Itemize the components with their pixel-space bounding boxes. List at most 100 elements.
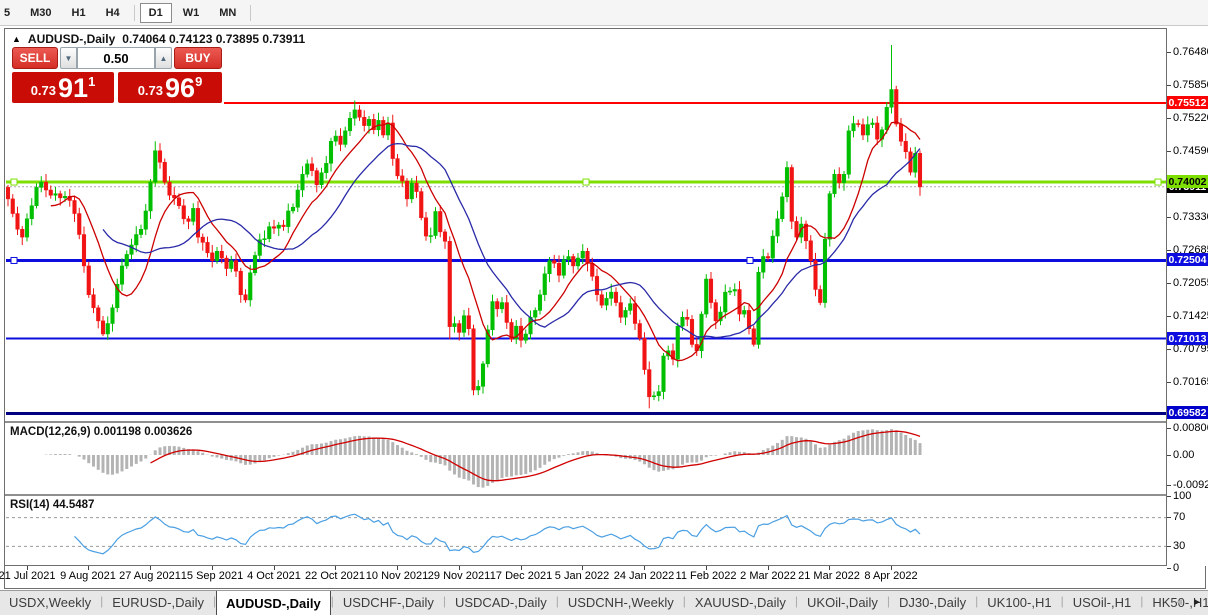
candle-body xyxy=(149,182,153,211)
timeframe-button-d1[interactable]: D1 xyxy=(140,3,172,23)
timeframe-toolbar: 5M30H1H4 D1W1MN xyxy=(0,0,1208,26)
candle-body xyxy=(134,235,138,245)
tab-scroll-right-icon[interactable]: ► xyxy=(1192,597,1202,608)
candle-body xyxy=(505,303,509,323)
candle-body xyxy=(685,317,689,319)
price-tick-mark xyxy=(1167,349,1171,350)
candle-body xyxy=(49,190,53,195)
candle-body xyxy=(391,123,395,159)
candle-body xyxy=(73,200,77,213)
sell-price-quote[interactable]: 0.73911 xyxy=(12,72,114,103)
candle-body xyxy=(643,338,647,369)
date-label[interactable]: 27 Aug 2021 xyxy=(119,570,181,582)
tab-usdchf-daily[interactable]: USDCHF-,Daily xyxy=(334,591,443,615)
candle-body xyxy=(761,256,765,272)
candle-body xyxy=(30,206,34,219)
tab-usoil-h1[interactable]: USOil-,H1 xyxy=(1064,591,1141,615)
buy-button[interactable]: BUY xyxy=(174,47,222,69)
candle-body xyxy=(890,89,894,107)
candle-body xyxy=(552,261,556,264)
timeframe-button-mn[interactable]: MN xyxy=(210,3,245,23)
timeframe-button-h1[interactable]: H1 xyxy=(63,3,95,23)
candle-body xyxy=(785,167,789,196)
date-label[interactable]: 24 Jan 2022 xyxy=(614,570,675,582)
hline-handle[interactable] xyxy=(747,257,753,263)
candle-body xyxy=(310,164,314,171)
candle-body xyxy=(177,198,181,206)
candle-body xyxy=(20,229,24,237)
candle-body xyxy=(191,208,195,221)
date-label[interactable]: 5 Jan 2022 xyxy=(555,570,609,582)
candle-body xyxy=(548,261,552,274)
rsi-tick-mark xyxy=(1167,496,1171,497)
tab-usdcad-daily[interactable]: USDCAD-,Daily xyxy=(446,591,556,615)
timeframe-button-w1[interactable]: W1 xyxy=(174,3,209,23)
rsi-indicator-label: RSI(14) 44.5487 xyxy=(10,499,94,511)
candle-body xyxy=(823,239,827,302)
date-label[interactable]: 8 Apr 2022 xyxy=(864,570,917,582)
tab-ukoil-daily[interactable]: UKOil-,Daily xyxy=(798,591,887,615)
candle-body xyxy=(239,271,243,295)
date-label[interactable]: 2 Mar 2022 xyxy=(740,570,796,582)
date-label[interactable]: 9 Aug 2021 xyxy=(60,570,116,582)
price-tag-0.72504: 0.72504 xyxy=(1167,253,1208,266)
candle-body xyxy=(11,199,15,214)
date-label[interactable]: 21 Mar 2022 xyxy=(798,570,860,582)
price-tick-mark xyxy=(1167,250,1171,251)
timeframe-button-m30[interactable]: M30 xyxy=(21,3,60,23)
sell-button[interactable]: SELL xyxy=(12,47,58,69)
candle-body xyxy=(524,334,528,340)
candle-body xyxy=(410,183,414,199)
hline-handle[interactable] xyxy=(11,257,17,263)
chart-tab-bar: USDX,Weekly|EURUSD-,Daily|AUDUSD-,Daily|… xyxy=(0,590,1208,615)
candle-body xyxy=(339,136,343,144)
date-label[interactable]: 10 Nov 2021 xyxy=(366,570,428,582)
one-click-panel-toggle-icon[interactable]: ▲ xyxy=(12,34,21,44)
candle-body xyxy=(842,174,846,182)
candle-body xyxy=(248,273,252,300)
tab-eurusd-daily[interactable]: EURUSD-,Daily xyxy=(103,591,213,615)
candle-body xyxy=(362,117,366,125)
date-label[interactable]: 17 Dec 2021 xyxy=(490,570,552,582)
lot-size-input[interactable] xyxy=(77,47,155,69)
candle-body xyxy=(728,291,732,292)
candle-body xyxy=(657,392,661,396)
tab-uk100-h1[interactable]: UK100-,H1 xyxy=(978,591,1060,615)
buy-price-quote[interactable]: 0.73969 xyxy=(118,72,222,103)
tab-usdx-weekly[interactable]: USDX,Weekly xyxy=(0,591,100,615)
tab-usdcnh-weekly[interactable]: USDCNH-,Weekly xyxy=(559,591,683,615)
date-label[interactable]: 21 Jul 2021 xyxy=(0,570,55,582)
candle-body xyxy=(144,211,148,229)
rsi-tick-mark xyxy=(1167,546,1171,547)
date-label[interactable]: 22 Oct 2021 xyxy=(305,570,365,582)
rsi-panel-canvas[interactable] xyxy=(6,496,1166,564)
tab-dj30-daily[interactable]: DJ30-,Daily xyxy=(890,591,975,615)
timeframe-button-5[interactable]: 5 xyxy=(1,3,19,23)
candle-body xyxy=(282,225,286,227)
candle-body xyxy=(647,370,651,397)
date-label[interactable]: 11 Feb 2022 xyxy=(676,570,737,582)
timeframe-button-h4[interactable]: H4 xyxy=(97,3,129,23)
chart-symbol-title: AUDUSD-,Daily xyxy=(28,32,115,46)
date-label[interactable]: 15 Sep 2021 xyxy=(181,570,243,582)
date-label[interactable]: 29 Nov 2021 xyxy=(428,570,490,582)
lot-increase-button[interactable]: ▲ xyxy=(155,47,172,69)
tab-scroll-left-icon[interactable]: ◄ xyxy=(1174,597,1184,608)
hline-handle[interactable] xyxy=(583,179,589,185)
candle-body xyxy=(315,171,319,185)
date-label[interactable]: 4 Oct 2021 xyxy=(247,570,301,582)
candle-body xyxy=(595,276,599,294)
tab-xauusd-daily[interactable]: XAUUSD-,Daily xyxy=(686,591,795,615)
candle-body xyxy=(225,258,229,268)
candle-body xyxy=(894,89,898,124)
tab-audusd-daily[interactable]: AUDUSD-,Daily xyxy=(216,590,331,615)
candle-body xyxy=(500,303,504,309)
candle-body xyxy=(348,118,352,131)
rsi-tick-mark xyxy=(1167,568,1171,569)
hline-handle[interactable] xyxy=(1155,179,1161,185)
candle-body xyxy=(771,236,775,258)
candle-body xyxy=(343,131,347,145)
hline-handle[interactable] xyxy=(11,179,17,185)
toolbar-separator xyxy=(134,5,135,21)
lot-decrease-button[interactable]: ▼ xyxy=(60,47,77,69)
